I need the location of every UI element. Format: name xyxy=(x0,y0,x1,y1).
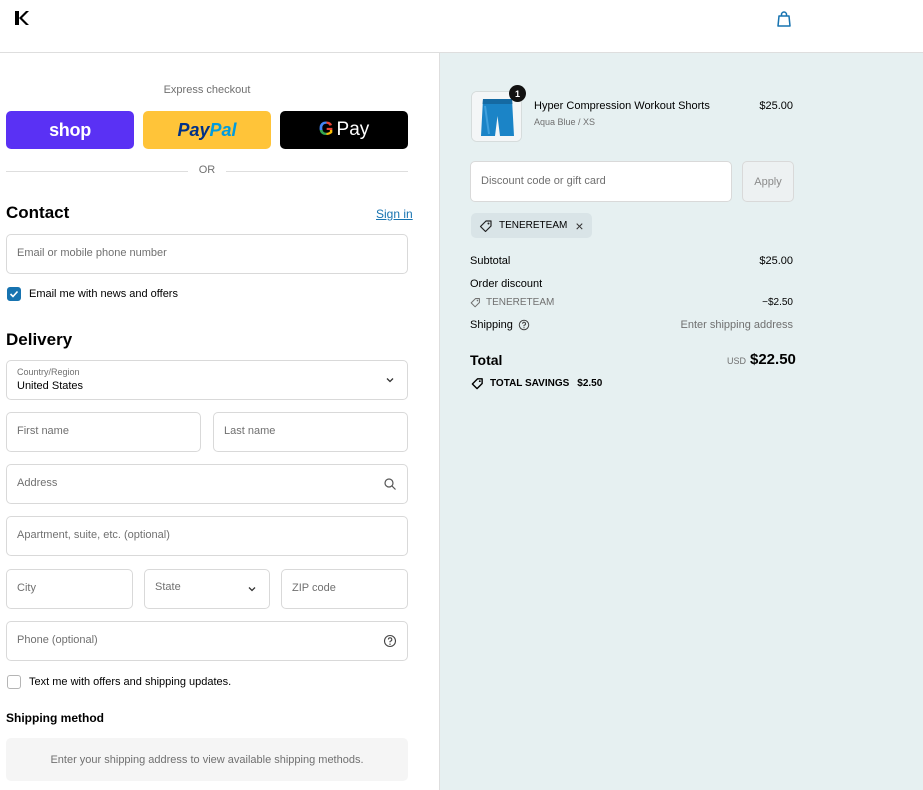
search-icon xyxy=(384,478,396,490)
subtotal-value: $25.00 xyxy=(759,255,793,267)
last-name-field[interactable]: Last name xyxy=(213,412,408,452)
store-logo-icon[interactable] xyxy=(14,10,30,26)
discount-value: −$2.50 xyxy=(762,297,793,308)
apartment-field[interactable]: Apartment, suite, etc. (optional) xyxy=(6,516,408,556)
discount-code-row: TENERETEAM xyxy=(470,297,554,308)
chevron-down-icon xyxy=(386,378,394,383)
tag-icon xyxy=(471,378,483,390)
first-name-field[interactable]: First name xyxy=(6,412,201,452)
product-price: $25.00 xyxy=(759,100,793,112)
help-circle-icon[interactable] xyxy=(518,319,530,331)
discount-code-input[interactable]: Discount code or gift card xyxy=(470,161,732,202)
shopping-bag-icon[interactable] xyxy=(775,10,793,28)
address-field[interactable]: Address xyxy=(6,464,408,504)
product-variant: Aqua Blue / XS xyxy=(534,117,596,127)
shop-pay-button[interactable]: shop xyxy=(6,111,134,149)
google-g-icon: G xyxy=(318,119,334,140)
city-field[interactable]: City xyxy=(6,569,133,609)
product-name: Hyper Compression Workout Shorts xyxy=(534,100,710,112)
sign-in-link[interactable]: Sign in xyxy=(376,207,413,221)
phone-field[interactable]: Phone (optional) xyxy=(6,621,408,661)
express-checkout-label: Express checkout xyxy=(163,84,251,96)
google-pay-button[interactable]: G Pay xyxy=(280,111,408,149)
applied-discount-chip: TENERETEAM × xyxy=(471,213,592,238)
tag-icon xyxy=(470,298,480,308)
sms-opt-in[interactable]: Text me with offers and shipping updates… xyxy=(7,675,231,689)
savings-value: $2.50 xyxy=(577,378,603,389)
shipping-value: Enter shipping address xyxy=(680,319,793,331)
remove-discount-icon[interactable]: × xyxy=(575,219,583,233)
shipping-label: Shipping xyxy=(470,319,513,331)
news-opt-in[interactable]: Email me with news and offers xyxy=(7,287,178,301)
shipping-method-heading: Shipping method xyxy=(6,711,104,725)
apply-discount-button[interactable]: Apply xyxy=(742,161,794,202)
email-field[interactable]: Email or mobile phone number xyxy=(6,234,408,274)
total-savings: TOTAL SAVINGS $2.50 xyxy=(471,377,602,390)
total-currency: USD xyxy=(727,356,747,366)
quantity-badge: 1 xyxy=(509,85,526,102)
state-select[interactable]: State xyxy=(144,569,270,609)
sms-label: Text me with offers and shipping updates… xyxy=(29,676,232,688)
news-checkbox[interactable] xyxy=(7,287,21,301)
subtotal-label: Subtotal xyxy=(470,255,511,267)
shipping-method-notice: Enter your shipping address to view avai… xyxy=(6,738,408,781)
country-select[interactable]: Country/Region United States xyxy=(6,360,408,400)
delivery-heading: Delivery xyxy=(6,330,73,349)
paypal-button[interactable]: Pay Pal xyxy=(143,111,271,149)
or-divider: OR xyxy=(6,164,408,178)
savings-label: TOTAL SAVINGS xyxy=(490,378,570,389)
total-value: $22.50 xyxy=(750,351,796,368)
check-icon xyxy=(9,290,19,298)
sms-checkbox[interactable] xyxy=(7,675,21,689)
news-label: Email me with news and offers xyxy=(29,288,178,300)
contact-heading: Contact xyxy=(6,203,70,222)
shipping-row: Shipping xyxy=(470,319,530,331)
checkout-header xyxy=(0,0,923,53)
tag-icon xyxy=(479,219,492,232)
chevron-down-icon xyxy=(248,587,256,592)
total-label: Total xyxy=(470,352,503,368)
help-circle-icon[interactable] xyxy=(383,634,397,648)
order-discount-label: Order discount xyxy=(470,278,543,290)
zip-field[interactable]: ZIP code xyxy=(281,569,408,609)
